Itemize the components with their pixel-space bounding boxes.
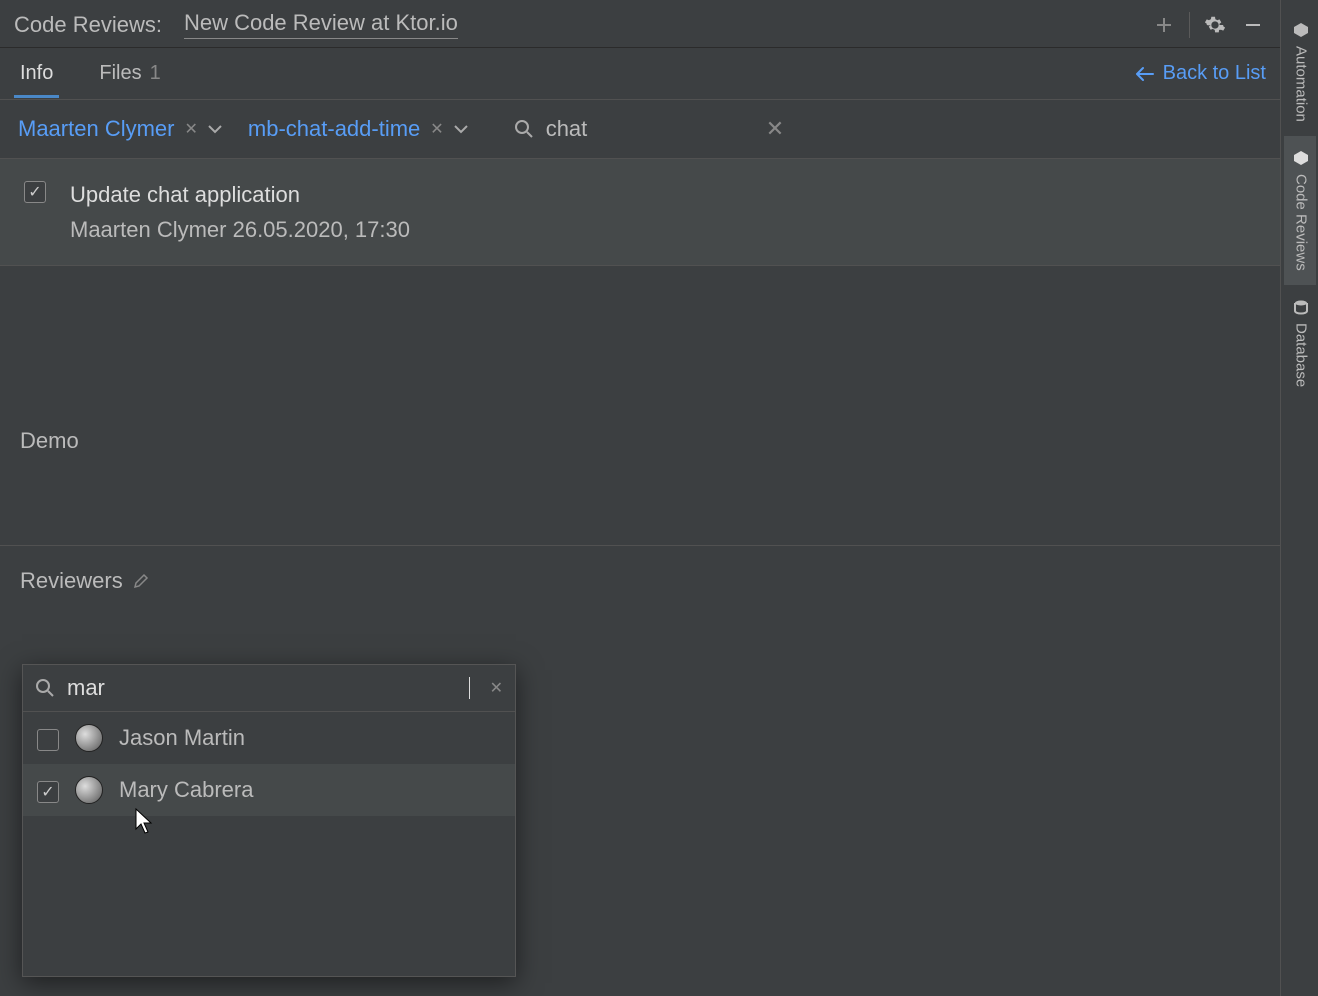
filters: Maarten Clymer ✕ mb-chat-add-time ✕ ✕: [0, 100, 1280, 159]
add-icon[interactable]: [1151, 12, 1177, 38]
branch-filter-label: mb-chat-add-time: [248, 116, 420, 142]
review-title[interactable]: New Code Review at Ktor.io: [184, 10, 458, 39]
back-to-list-link[interactable]: Back to List: [1135, 62, 1266, 85]
reviewer-name: Mary Cabrera: [119, 777, 253, 803]
tab-files-label: Files: [99, 62, 141, 85]
commit-meta: Maarten Clymer 26.05.2020, 17:30: [70, 212, 410, 247]
reviewer-name: Jason Martin: [119, 725, 245, 751]
reviewer-option[interactable]: Mary Cabrera: [23, 764, 515, 816]
avatar: [75, 724, 103, 752]
branch-filter-clear-icon[interactable]: ✕: [428, 119, 445, 139]
gear-icon[interactable]: [1202, 12, 1228, 38]
search-icon: [514, 119, 534, 139]
search-icon: [35, 678, 55, 698]
commit-title: Update chat application: [70, 177, 410, 212]
rail-code-reviews[interactable]: Code Reviews: [1284, 136, 1316, 285]
rail-database-label: Database: [1293, 323, 1310, 387]
automation-icon: [1293, 22, 1309, 38]
avatar: [75, 776, 103, 804]
chevron-down-icon[interactable]: [454, 124, 468, 134]
commit-search: ✕: [514, 116, 784, 142]
panel-title: Code Reviews:: [14, 12, 162, 38]
reviewer-search-clear-icon[interactable]: ✕: [490, 678, 503, 698]
code-reviews-icon: [1293, 150, 1309, 166]
author-filter-label: Maarten Clymer: [18, 116, 174, 142]
reviewer-picker-popup: ✕ Jason Martin Mary Cabrera: [22, 664, 516, 977]
arrow-left-icon: [1135, 66, 1155, 82]
author-filter[interactable]: Maarten Clymer ✕: [18, 116, 222, 142]
reviewers-section: Reviewers: [0, 546, 1280, 604]
commit-search-input[interactable]: [546, 116, 746, 142]
reviewers-label-text: Reviewers: [20, 568, 123, 594]
tab-files[interactable]: Files 1: [93, 50, 166, 98]
demo-label: Demo: [20, 428, 1260, 454]
tabs: Info Files 1 Back to List: [0, 48, 1280, 100]
commit-row[interactable]: Update chat application Maarten Clymer 2…: [0, 159, 1280, 265]
reviewers-label: Reviewers: [20, 568, 1260, 594]
branch-filter[interactable]: mb-chat-add-time ✕: [248, 116, 468, 142]
reviewer-checkbox[interactable]: [37, 781, 59, 803]
rail-code-reviews-label: Code Reviews: [1293, 174, 1310, 271]
rail-automation-label: Automation: [1293, 46, 1310, 122]
reviewer-option[interactable]: Jason Martin: [23, 712, 515, 764]
reviewer-search-row: ✕: [23, 665, 515, 712]
commit-checkbox[interactable]: [24, 181, 46, 203]
rail-database[interactable]: Database: [1284, 285, 1316, 401]
divider: [1189, 12, 1190, 38]
demo-section: Demo: [0, 406, 1280, 546]
right-tool-rail: Automation Code Reviews Database: [1280, 0, 1318, 996]
minimize-icon[interactable]: [1240, 12, 1266, 38]
reviewer-search-input[interactable]: [67, 675, 456, 701]
text-caret: [469, 677, 470, 699]
panel-header: Code Reviews: New Code Review at Ktor.io: [0, 0, 1280, 48]
rail-automation[interactable]: Automation: [1284, 8, 1316, 136]
edit-reviewers-icon[interactable]: [133, 573, 149, 589]
tab-info[interactable]: Info: [14, 50, 59, 98]
tab-info-label: Info: [20, 62, 53, 85]
tab-files-count: 1: [150, 62, 161, 85]
author-filter-clear-icon[interactable]: ✕: [182, 119, 199, 139]
commit-search-clear-icon[interactable]: ✕: [766, 116, 784, 142]
database-icon: [1293, 299, 1309, 315]
commit-list: Update chat application Maarten Clymer 2…: [0, 159, 1280, 266]
chevron-down-icon[interactable]: [208, 124, 222, 134]
back-to-list-label: Back to List: [1163, 62, 1266, 85]
reviewer-checkbox[interactable]: [37, 729, 59, 751]
